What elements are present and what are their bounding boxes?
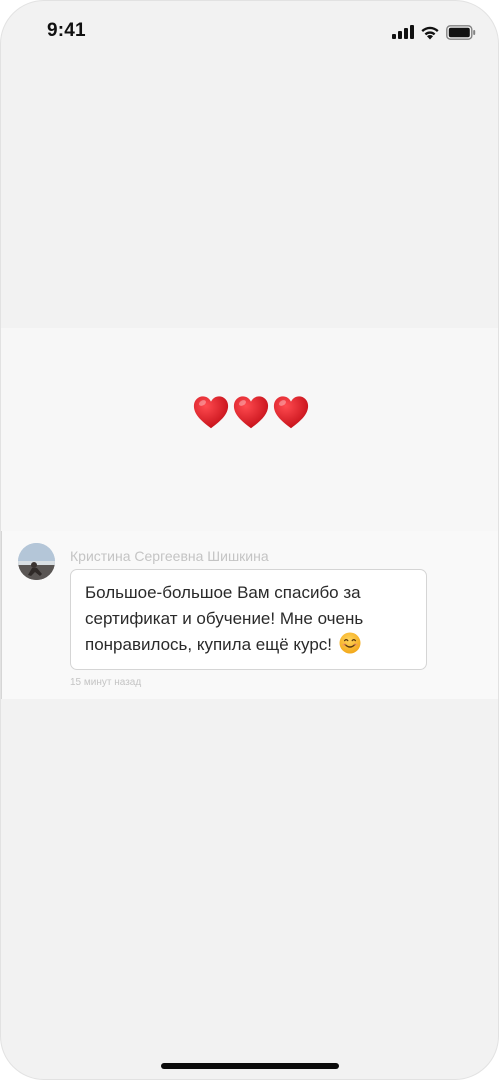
heart-icon	[272, 394, 310, 432]
signal-icon	[392, 25, 414, 39]
comment: Кристина Сергеевна Шишкина Большое-больш…	[1, 531, 498, 699]
status-bar: 9:41	[1, 1, 498, 65]
reaction-panel	[1, 328, 498, 531]
comment-text: Большое-большое Вам спасибо за сертифика…	[85, 583, 364, 654]
comment-author[interactable]: Кристина Сергеевна Шишкина	[70, 548, 269, 564]
heart-icon	[232, 394, 270, 432]
status-icons	[392, 23, 476, 41]
heart-icon	[192, 394, 230, 432]
wifi-icon	[420, 25, 440, 40]
comment-timestamp: 15 минут назад	[70, 677, 142, 688]
phone-screen: 9:41 Кристина Сергеевна Шишкина Большое-…	[0, 0, 499, 1080]
avatar[interactable]	[18, 543, 55, 580]
home-indicator[interactable]	[161, 1063, 339, 1069]
status-time: 9:41	[47, 20, 86, 41]
smiling-face-icon	[339, 632, 361, 662]
comment-bubble: Большое-большое Вам спасибо за сертифика…	[70, 569, 427, 670]
hearts-row	[1, 394, 498, 432]
battery-icon	[446, 24, 476, 40]
